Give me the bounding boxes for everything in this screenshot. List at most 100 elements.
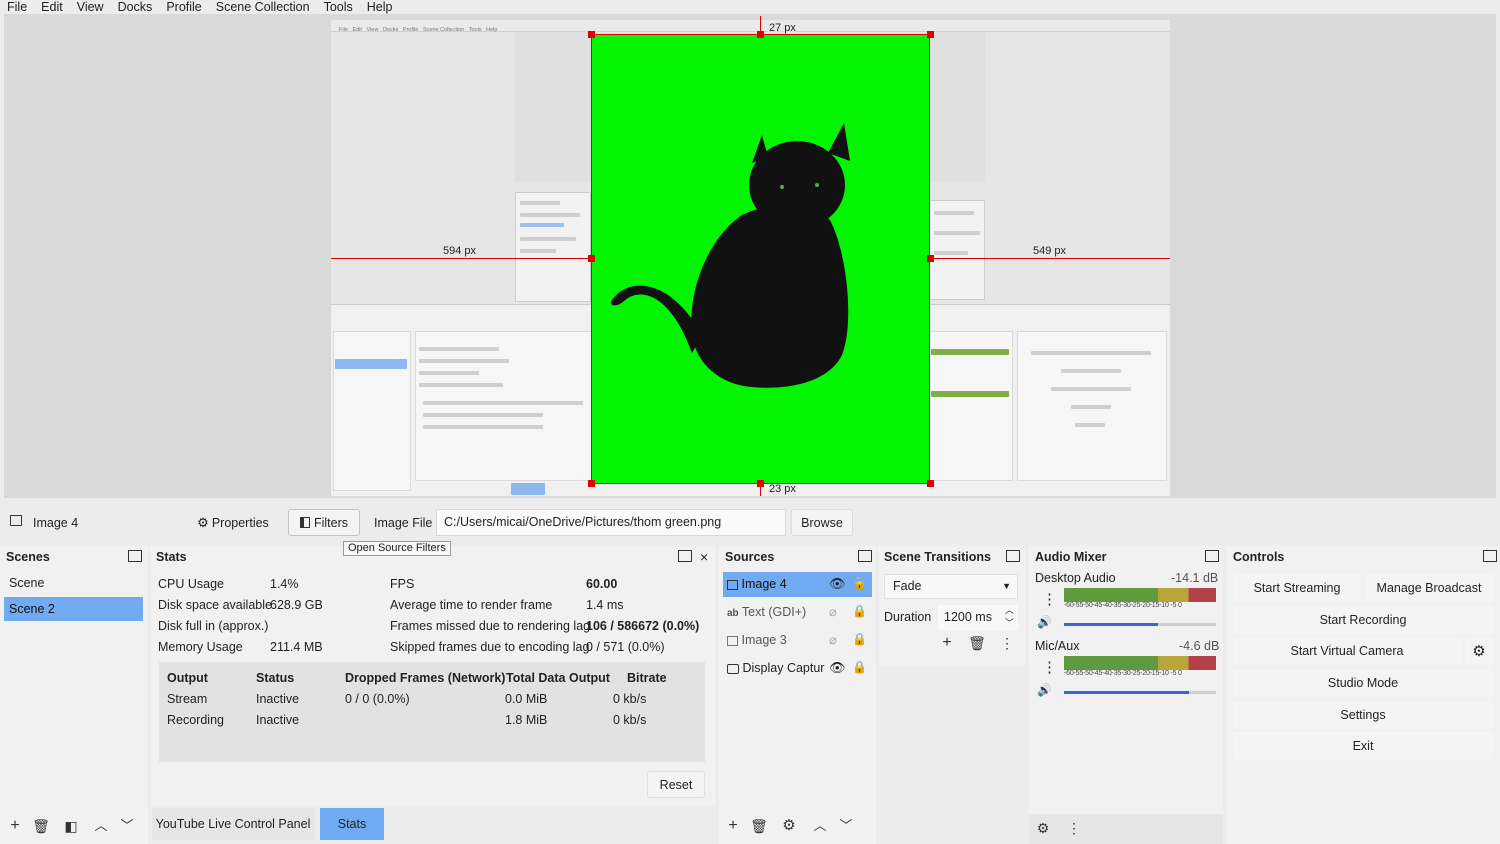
- menu-profile[interactable]: Profile: [159, 0, 208, 14]
- settings-button[interactable]: Settings: [1233, 701, 1493, 729]
- move-up-icon[interactable]: ︿: [811, 817, 829, 835]
- menu-edit[interactable]: Edit: [34, 0, 70, 14]
- eye-hidden-icon[interactable]: ⌀: [829, 632, 837, 648]
- start-streaming-button[interactable]: Start Streaming: [1233, 574, 1361, 602]
- close-icon[interactable]: ×: [700, 549, 708, 565]
- virtual-camera-settings-button[interactable]: ⚙: [1465, 637, 1493, 665]
- trash-icon[interactable]: 🗑: [968, 634, 986, 652]
- lock-icon[interactable]: 🔒: [852, 660, 867, 674]
- stat-label: Average time to render frame: [390, 598, 553, 612]
- add-icon[interactable]: +: [6, 817, 24, 835]
- menu-file[interactable]: File: [0, 0, 34, 14]
- menu-tools[interactable]: Tools: [317, 0, 360, 14]
- undock-icon[interactable]: [1006, 550, 1020, 562]
- move-down-icon[interactable]: ﹀: [118, 817, 136, 835]
- transition-select[interactable]: Fade ▼: [884, 574, 1018, 599]
- tab-youtube-live-control-panel[interactable]: YouTube Live Control Panel: [152, 808, 314, 840]
- speaker-icon[interactable]: 🔊: [1037, 683, 1052, 697]
- start-recording-button[interactable]: Start Recording: [1233, 606, 1493, 634]
- more-options-icon[interactable]: ⋮: [998, 634, 1016, 652]
- gear-icon[interactable]: ⚙: [780, 817, 798, 835]
- source-item-selected[interactable]: Image 4: [723, 572, 872, 597]
- duration-label: Duration: [884, 610, 932, 624]
- resize-handle-mr[interactable]: [927, 255, 934, 262]
- stat-label: CPU Usage: [158, 577, 224, 591]
- resize-handle-br[interactable]: [927, 480, 934, 487]
- meter-scale: -60-55-50-45-40-35-30-25-20-15-10 -5 0: [1064, 670, 1182, 677]
- stats-dock: Stats × CPU Usage 1.4% Disk space availa…: [150, 546, 715, 806]
- scene-item-selected[interactable]: Scene 2: [4, 597, 143, 621]
- trash-icon[interactable]: 🗑: [750, 817, 768, 835]
- table-header: Output: [167, 671, 208, 685]
- volume-slider-fill: [1064, 623, 1158, 626]
- undock-icon[interactable]: [858, 550, 872, 562]
- table-cell: 0 kb/s: [613, 692, 647, 706]
- lock-icon[interactable]: 🔒: [852, 632, 867, 646]
- more-options-icon[interactable]: ⋮: [1065, 819, 1083, 837]
- eye-hidden-icon[interactable]: ⌀: [829, 604, 837, 620]
- lock-icon[interactable]: 🔒: [852, 604, 867, 618]
- advanced-audio-gear-icon[interactable]: ⚙: [1034, 819, 1052, 837]
- studio-mode-button[interactable]: Studio Mode: [1233, 669, 1493, 697]
- trash-icon[interactable]: 🗑: [32, 817, 50, 835]
- menu-view[interactable]: View: [70, 0, 111, 14]
- resize-handle-bc[interactable]: [757, 480, 764, 487]
- channel-name: Desktop Audio: [1035, 571, 1116, 585]
- image-source-green[interactable]: [591, 34, 930, 484]
- resize-handle-bl[interactable]: [588, 480, 595, 487]
- browse-button[interactable]: Browse: [791, 509, 853, 536]
- stat-label: FPS: [390, 577, 415, 591]
- undock-icon[interactable]: [128, 550, 142, 562]
- resize-handle-tr[interactable]: [927, 31, 934, 38]
- undock-icon[interactable]: [1205, 550, 1219, 562]
- eye-icon[interactable]: 👁: [829, 660, 846, 676]
- resize-handle-ml[interactable]: [588, 255, 595, 262]
- channel-db: -14.1 dB: [1171, 571, 1219, 585]
- filter-icon[interactable]: ◧: [62, 817, 80, 835]
- table-header: Status: [256, 671, 295, 685]
- source-item[interactable]: Display Captur: [723, 656, 872, 681]
- channel-db: -4.6 dB: [1179, 639, 1220, 653]
- more-options-icon[interactable]: ⋮: [1042, 590, 1057, 608]
- stat-value: 211.4 MB: [270, 640, 323, 654]
- move-down-icon[interactable]: ﹀: [837, 817, 855, 835]
- filters-tooltip: Open Source Filters: [343, 541, 451, 556]
- spin-arrows-icon[interactable]: ︿ ﹀: [1005, 604, 1014, 630]
- properties-button[interactable]: ⚙ Properties: [188, 509, 278, 536]
- image-file-path-field[interactable]: C:/Users/micai/OneDrive/Pictures/thom gr…: [436, 509, 786, 536]
- volume-meter: [1064, 656, 1216, 670]
- filters-button[interactable]: Filters: [288, 509, 360, 536]
- monitor-icon: [727, 663, 739, 674]
- duration-spinbox[interactable]: 1200 ms ︿ ﹀: [938, 605, 1018, 630]
- speaker-icon[interactable]: 🔊: [1037, 615, 1052, 629]
- menu-scene-collection[interactable]: Scene Collection: [209, 0, 317, 14]
- lock-icon[interactable]: 🔒: [852, 576, 867, 590]
- move-up-icon[interactable]: ︿: [92, 817, 110, 835]
- manage-broadcast-button[interactable]: Manage Broadcast: [1365, 574, 1493, 602]
- add-icon[interactable]: +: [938, 634, 956, 652]
- undock-icon[interactable]: [678, 550, 692, 562]
- resize-handle-tl[interactable]: [588, 31, 595, 38]
- sources-dock: Sources Image 4 👁 🔒 ab Text (GDI+) ⌀ 🔒 I…: [719, 546, 876, 844]
- tab-stats[interactable]: Stats: [320, 808, 384, 840]
- resize-handle-tc[interactable]: [757, 31, 764, 38]
- menu-help[interactable]: Help: [360, 0, 400, 14]
- more-options-icon[interactable]: ⋮: [1042, 658, 1057, 676]
- scenes-dock: Scenes Scene Scene 2 + 🗑 ◧ ︿ ﹀: [0, 546, 148, 844]
- source-item[interactable]: Image 3: [723, 628, 872, 653]
- exit-button[interactable]: Exit: [1233, 732, 1493, 760]
- volume-meter: [1064, 588, 1216, 602]
- menu-docks[interactable]: Docks: [111, 0, 160, 14]
- start-virtual-camera-button[interactable]: Start Virtual Camera: [1233, 637, 1461, 665]
- scene-item[interactable]: Scene: [4, 571, 143, 595]
- selected-source-name: Image 4: [33, 516, 79, 530]
- eye-icon[interactable]: 👁: [829, 576, 846, 592]
- stat-value: 0 / 571 (0.0%): [586, 640, 665, 654]
- add-icon[interactable]: +: [724, 817, 742, 835]
- stat-label: Frames missed due to rendering lag: [390, 619, 591, 633]
- source-item[interactable]: ab Text (GDI+): [723, 600, 872, 625]
- controls-dock: Controls Start Streaming Manage Broadcas…: [1227, 546, 1500, 844]
- chevron-down-icon: ▼: [1002, 581, 1011, 591]
- reset-button[interactable]: Reset: [647, 771, 705, 798]
- undock-icon[interactable]: [1483, 550, 1497, 562]
